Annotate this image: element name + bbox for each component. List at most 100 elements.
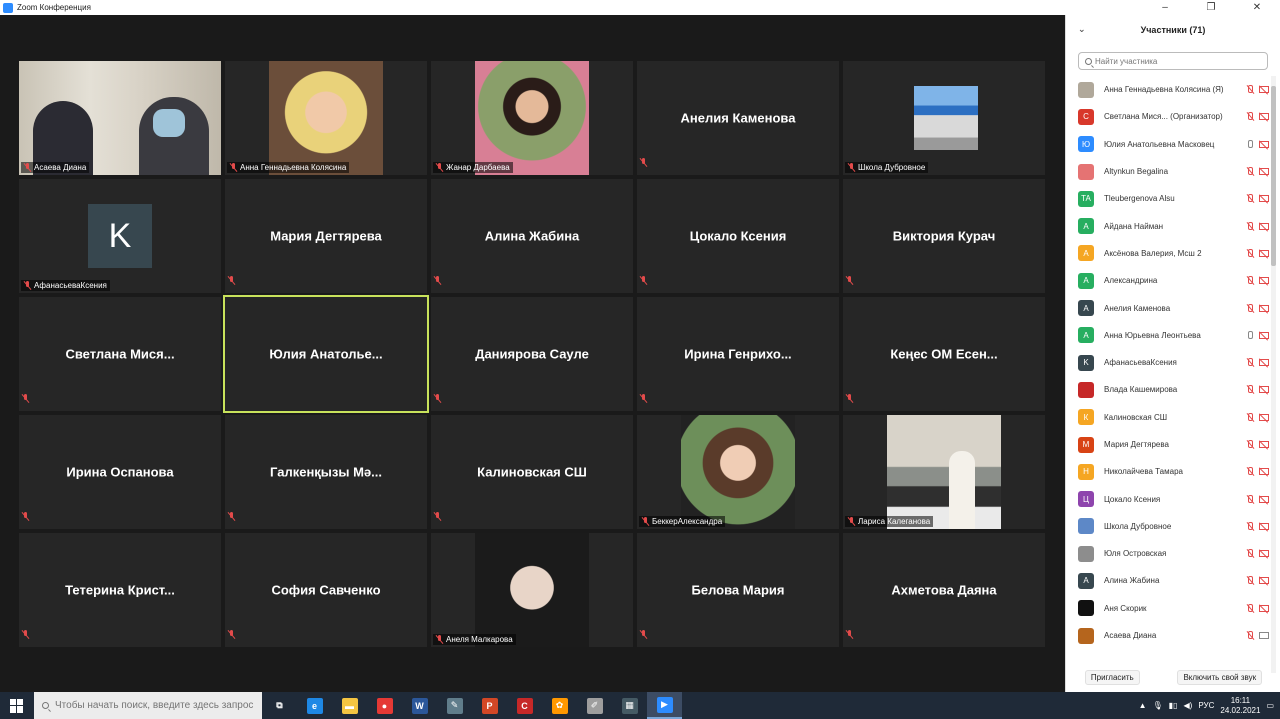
participant-row[interactable]: К Калиновская СШ bbox=[1066, 404, 1271, 431]
participant-row[interactable]: А Анелия Каменова bbox=[1066, 294, 1271, 321]
video-tile[interactable]: Кеңес ОМ Есен... bbox=[843, 297, 1045, 411]
participant-row[interactable]: Н Николайчева Тамара bbox=[1066, 458, 1271, 485]
camera-off-icon[interactable] bbox=[1259, 331, 1269, 339]
video-tile[interactable]: Ахметова Даяна bbox=[843, 533, 1045, 647]
language-indicator[interactable]: РУС bbox=[1198, 701, 1214, 710]
scrollbar-thumb[interactable] bbox=[1271, 86, 1276, 266]
mic-muted-icon[interactable] bbox=[1246, 358, 1254, 367]
video-tile[interactable]: Галкенқызы Мә... bbox=[225, 415, 427, 529]
taskbar-app-calculator[interactable]: ▦ bbox=[612, 692, 647, 719]
participant-row[interactable]: TA Tleubergenova Alsu bbox=[1066, 185, 1271, 212]
video-tile[interactable]: Мария Дегтярева bbox=[225, 179, 427, 293]
mic-muted-icon[interactable] bbox=[1246, 521, 1254, 531]
mic-muted-icon[interactable] bbox=[1246, 85, 1254, 94]
camera-off-icon[interactable] bbox=[1259, 522, 1269, 530]
mic-icon[interactable] bbox=[1246, 330, 1254, 340]
video-tile[interactable]: Анна Геннадьевна Колясина bbox=[225, 61, 427, 175]
camera-off-icon[interactable] bbox=[1259, 468, 1269, 476]
participant-row[interactable]: Ц Цокало Ксения bbox=[1066, 485, 1271, 512]
participant-row[interactable]: Ю Юлия Анатольевна Масковец bbox=[1066, 131, 1271, 158]
close-button[interactable]: ✕ bbox=[1234, 0, 1280, 15]
video-tile[interactable]: Даниярова Сауле bbox=[431, 297, 633, 411]
video-tile[interactable]: Калиновская СШ bbox=[431, 415, 633, 529]
taskbar-search[interactable] bbox=[34, 692, 262, 719]
participant-row[interactable]: С Светлана Мися... (Организатор) bbox=[1066, 103, 1271, 130]
video-tile[interactable]: Асаева Диана bbox=[19, 61, 221, 175]
mic-muted-icon[interactable] bbox=[1246, 440, 1254, 449]
chevron-up-icon[interactable]: ▲ bbox=[1139, 701, 1147, 710]
taskbar-app-zoom[interactable]: ▶ bbox=[647, 692, 682, 719]
camera-off-icon[interactable] bbox=[1259, 359, 1269, 367]
camera-off-icon[interactable] bbox=[1259, 86, 1269, 94]
camera-off-icon[interactable] bbox=[1259, 113, 1269, 121]
taskbar-search-input[interactable] bbox=[55, 700, 255, 711]
mic-muted-icon[interactable] bbox=[1246, 631, 1254, 640]
participant-row[interactable]: Юля Островская bbox=[1066, 540, 1271, 567]
video-tile[interactable]: Тетерина Крист... bbox=[19, 533, 221, 647]
mic-muted-icon[interactable] bbox=[1246, 412, 1254, 422]
taskbar-app-edge[interactable]: e bbox=[297, 692, 332, 719]
mic-muted-icon[interactable] bbox=[1246, 194, 1254, 203]
video-tile[interactable]: БеккерАлександра bbox=[637, 415, 839, 529]
notifications-icon[interactable]: ▭ bbox=[1266, 701, 1274, 710]
camera-off-icon[interactable] bbox=[1259, 195, 1269, 203]
camera-off-icon[interactable] bbox=[1259, 222, 1269, 230]
participant-row[interactable]: А Алина Жабина bbox=[1066, 567, 1271, 594]
mic-muted-icon[interactable] bbox=[1246, 303, 1254, 313]
video-tile[interactable]: Виктория Курач bbox=[843, 179, 1045, 293]
participant-row[interactable]: А Александрина bbox=[1066, 267, 1271, 294]
mic-muted-icon[interactable] bbox=[1246, 385, 1254, 394]
taskbar-app-word[interactable]: W bbox=[402, 692, 437, 719]
camera-off-icon[interactable] bbox=[1259, 277, 1269, 285]
taskbar-app-chrome[interactable]: ● bbox=[367, 692, 402, 719]
mic-muted-icon[interactable] bbox=[1246, 494, 1254, 504]
camera-off-icon[interactable] bbox=[1259, 413, 1269, 421]
scrollbar[interactable] bbox=[1271, 76, 1276, 673]
unmute-self-button[interactable]: Включить свой звук bbox=[1177, 669, 1263, 685]
video-tile[interactable]: Анелия Каменова bbox=[637, 61, 839, 175]
participant-row[interactable]: K АфанасьеваКсения bbox=[1066, 349, 1271, 376]
camera-off-icon[interactable] bbox=[1259, 577, 1269, 585]
video-tile[interactable]: Лариса Калеганова bbox=[843, 415, 1045, 529]
mic-muted-icon[interactable] bbox=[1246, 221, 1254, 231]
camera-off-icon[interactable] bbox=[1259, 304, 1269, 312]
participant-row[interactable]: Анна Геннадьевна Колясина (Я) bbox=[1066, 76, 1271, 103]
camera-off-icon[interactable] bbox=[1259, 249, 1269, 257]
video-tile[interactable]: Ирина Оспанова bbox=[19, 415, 221, 529]
chevron-down-icon[interactable]: ⌄ bbox=[1078, 24, 1086, 35]
camera-off-icon[interactable] bbox=[1259, 168, 1269, 176]
video-tile[interactable]: Алина Жабина bbox=[431, 179, 633, 293]
mic-muted-icon[interactable] bbox=[1246, 549, 1254, 558]
taskbar-app-explorer[interactable]: ▬ bbox=[332, 692, 367, 719]
video-tile[interactable]: Белова Мария bbox=[637, 533, 839, 647]
taskbar-app-app-pen[interactable]: ✐ bbox=[577, 692, 612, 719]
clock[interactable]: 16:11 24.02.2021 bbox=[1220, 696, 1260, 716]
network-icon[interactable]: ▮▯ bbox=[1169, 701, 1178, 710]
camera-off-icon[interactable] bbox=[1259, 495, 1269, 503]
participant-row[interactable]: Влада Кашемирова bbox=[1066, 376, 1271, 403]
participant-row[interactable]: Аня Скорик bbox=[1066, 595, 1271, 622]
taskbar-app-app-red[interactable]: C bbox=[507, 692, 542, 719]
video-tile[interactable]: Жанар Дарбаева bbox=[431, 61, 633, 175]
microphone-icon[interactable]: 🎙 bbox=[1153, 701, 1163, 710]
camera-off-icon[interactable] bbox=[1259, 140, 1269, 148]
mic-muted-icon[interactable] bbox=[1246, 467, 1254, 476]
camera-off-icon[interactable] bbox=[1259, 441, 1269, 448]
camera-off-icon[interactable] bbox=[1259, 604, 1269, 612]
participant-row[interactable]: Асаева Диана bbox=[1066, 622, 1271, 649]
taskbar-app-app-orange[interactable]: ✿ bbox=[542, 692, 577, 719]
participant-row[interactable]: А Аксёнова Валерия, Мсш 2 bbox=[1066, 240, 1271, 267]
mic-muted-icon[interactable] bbox=[1246, 276, 1254, 285]
maximize-button[interactable]: ❐ bbox=[1188, 0, 1234, 15]
camera-off-icon[interactable] bbox=[1259, 550, 1269, 558]
invite-button[interactable]: Пригласить bbox=[1084, 669, 1140, 685]
video-tile[interactable]: Школа Дубровное bbox=[843, 61, 1045, 175]
camera-off-icon[interactable] bbox=[1259, 386, 1269, 394]
participant-row[interactable]: А Айдана Найман bbox=[1066, 212, 1271, 239]
video-tile[interactable]: Цокало Ксения bbox=[637, 179, 839, 293]
participant-row[interactable]: Школа Дубровное bbox=[1066, 513, 1271, 540]
participant-search[interactable] bbox=[1078, 52, 1268, 70]
mic-muted-icon[interactable] bbox=[1246, 112, 1254, 121]
video-tile[interactable]: Анеля Малкарова bbox=[431, 533, 633, 647]
participant-row[interactable]: Altynkun Begalina bbox=[1066, 158, 1271, 185]
